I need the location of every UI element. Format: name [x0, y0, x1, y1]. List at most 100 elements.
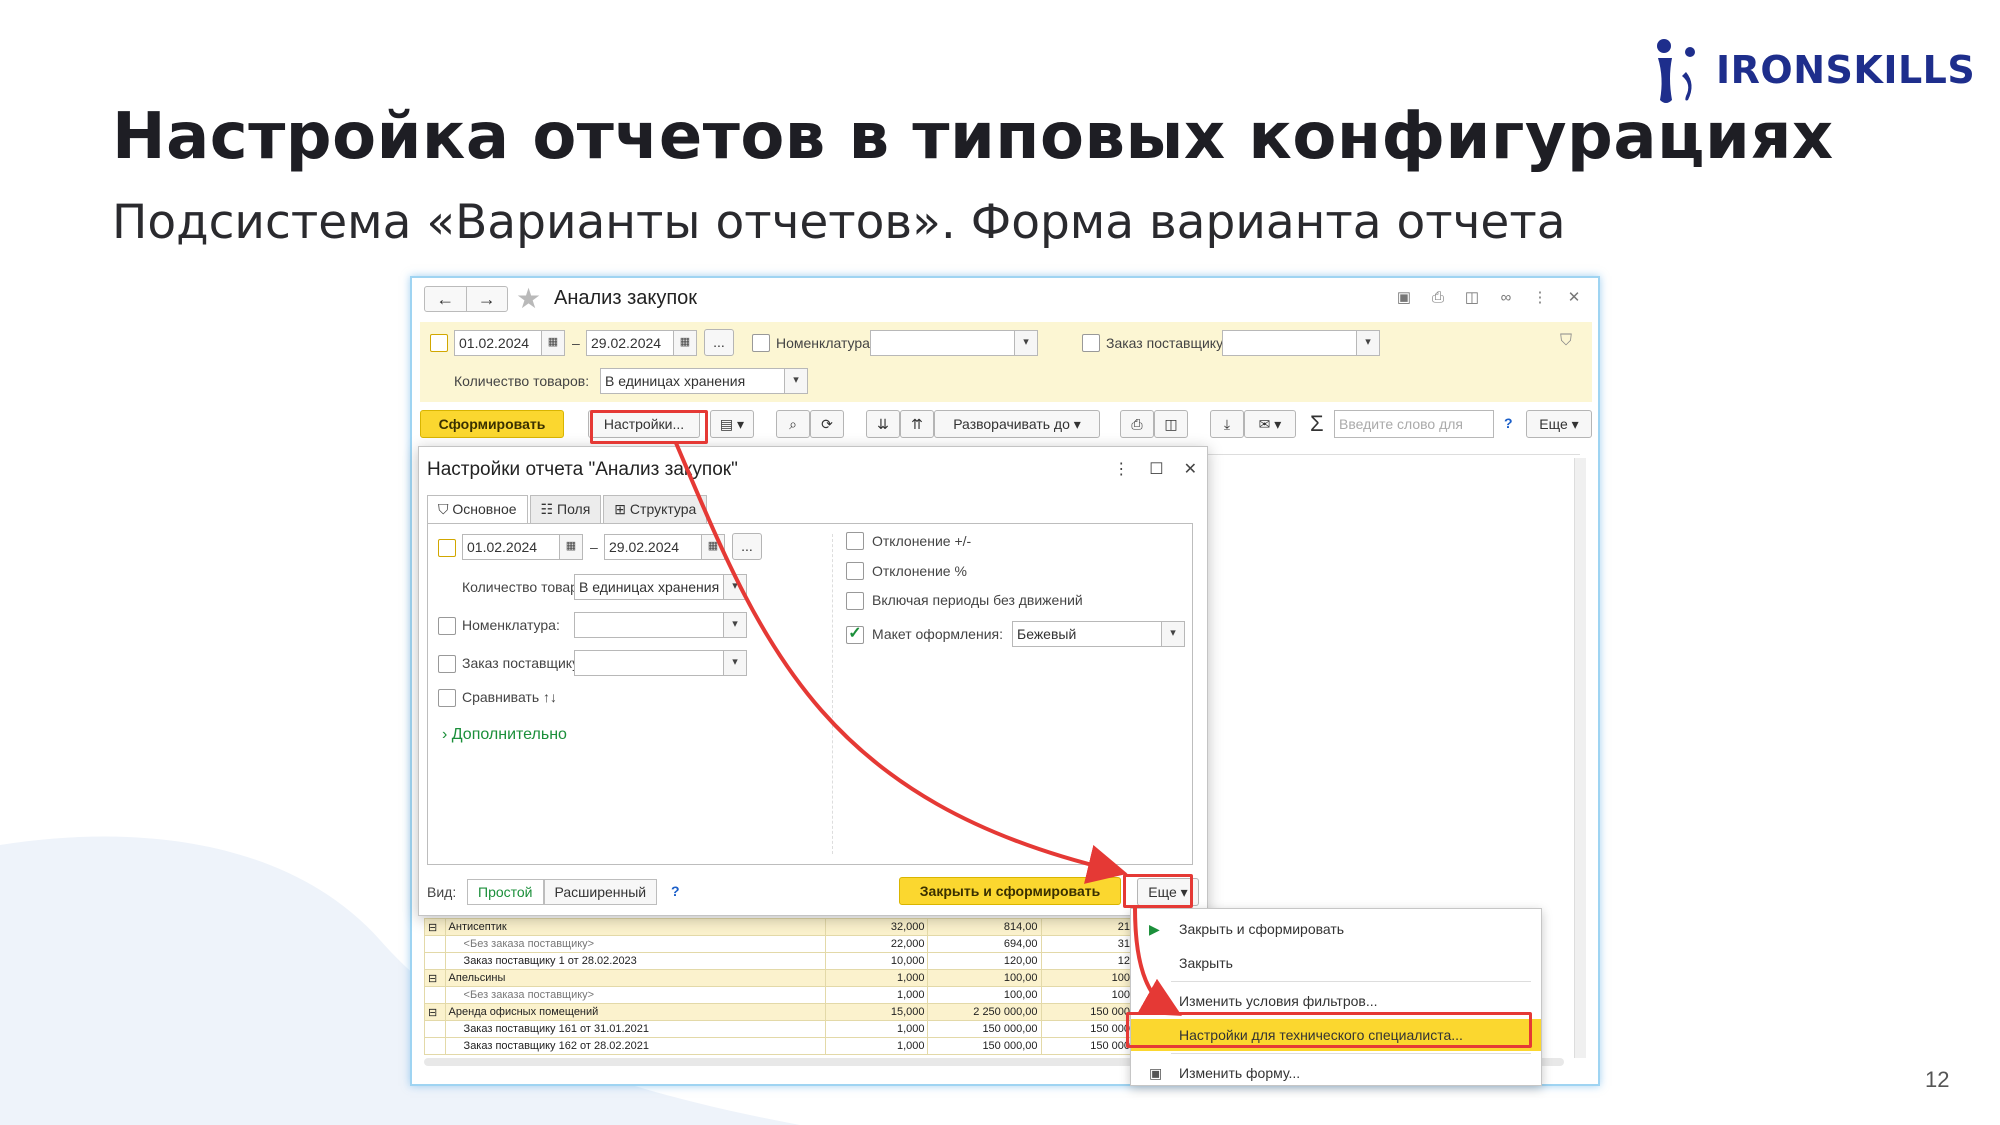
- more-button[interactable]: Еще ▾: [1526, 410, 1592, 438]
- collapse-icon[interactable]: ⇊: [866, 410, 900, 438]
- nomenclature-field[interactable]: [574, 612, 724, 638]
- chevron-down-icon[interactable]: ▾: [1014, 330, 1038, 356]
- nomenclature-checkbox[interactable]: [438, 617, 456, 635]
- chevron-down-icon[interactable]: ▾: [723, 612, 747, 638]
- save-icon[interactable]: ▣: [1394, 288, 1414, 308]
- menu-item-edit-form[interactable]: ▣ Изменить форму...: [1131, 1057, 1541, 1089]
- period-select-button[interactable]: ...: [704, 329, 734, 356]
- expand-toggle-icon[interactable]: [424, 935, 446, 953]
- preview-icon[interactable]: ◫: [1462, 288, 1482, 308]
- supplier-order-checkbox[interactable]: [438, 655, 456, 673]
- filter-icon[interactable]: ⛉: [1560, 332, 1572, 350]
- view-extended-button[interactable]: Расширенный: [543, 879, 658, 905]
- period-select-button[interactable]: ...: [732, 533, 762, 560]
- chevron-down-icon[interactable]: ▾: [784, 368, 808, 394]
- table-row[interactable]: Заказ поставщику 162 от 28.02.2021 1,000 1…: [424, 1037, 1134, 1055]
- menu-dots-icon[interactable]: ⋮: [1113, 459, 1129, 479]
- table-row[interactable]: Заказ поставщику 1 от 28.02.2023 10,000 12…: [424, 952, 1134, 970]
- expand-toggle-icon[interactable]: ⊟: [424, 1003, 446, 1021]
- deviation-abs-label: Отклонение +/-: [872, 533, 972, 549]
- search-input[interactable]: Введите слово для: [1334, 410, 1494, 438]
- period-checkbox[interactable]: [438, 539, 456, 557]
- cell-sum: 120,00: [927, 952, 1042, 970]
- table-row[interactable]: <Без заказа поставщику> 1,000 100,00 100: [424, 986, 1134, 1004]
- nomenclature-label: Номенклатура:: [776, 335, 874, 351]
- date-from-field[interactable]: 01.02.2024: [462, 534, 560, 560]
- chevron-down-icon[interactable]: ▾: [723, 574, 747, 600]
- preview-icon[interactable]: ◫: [1154, 410, 1188, 438]
- nomenclature-checkbox[interactable]: [752, 334, 770, 352]
- email-icon[interactable]: ✉ ▾: [1244, 410, 1296, 438]
- compare-checkbox[interactable]: [438, 689, 456, 707]
- menu-item-close[interactable]: Закрыть: [1131, 947, 1541, 979]
- close-icon[interactable]: ✕: [1184, 459, 1197, 479]
- cell-qty: 1,000: [824, 969, 929, 987]
- additional-link[interactable]: › Дополнительно: [442, 726, 567, 744]
- tab-fields[interactable]: ☷ Поля: [529, 495, 602, 523]
- period-checkbox[interactable]: [430, 334, 448, 352]
- tab-main-label: Основное: [452, 501, 517, 517]
- deviation-pct-checkbox[interactable]: [846, 562, 864, 580]
- column-separator: [832, 534, 833, 854]
- expand-toggle-icon[interactable]: [424, 1037, 446, 1055]
- table-row[interactable]: ⊟ Апельсины 1,000 100,00 100: [424, 969, 1134, 987]
- table-row[interactable]: Заказ поставщику 161 от 31.01.2021 1,000 1…: [424, 1020, 1134, 1038]
- help-icon[interactable]: ?: [671, 883, 680, 899]
- expand-icon[interactable]: ⇈: [900, 410, 934, 438]
- variant-menu-icon[interactable]: ▤ ▾: [710, 410, 754, 438]
- expand-toggle-icon[interactable]: [424, 1020, 446, 1038]
- close-icon[interactable]: ✕: [1564, 288, 1584, 308]
- forward-arrow-icon[interactable]: →: [467, 287, 508, 311]
- expand-toggle-icon[interactable]: ⊟: [424, 918, 446, 936]
- calendar-icon[interactable]: ▦: [541, 330, 565, 356]
- date-to-field[interactable]: 29.02.2024: [604, 534, 702, 560]
- refresh-search-icon[interactable]: ⟳: [810, 410, 844, 438]
- download-icon[interactable]: ⤓: [1210, 410, 1244, 438]
- layout-checkbox[interactable]: ✓: [846, 626, 864, 644]
- expand-toggle-icon[interactable]: ⊟: [424, 969, 446, 987]
- tab-main[interactable]: ⛉ Основное: [427, 495, 528, 523]
- expand-toggle-icon[interactable]: [424, 986, 446, 1004]
- calendar-icon[interactable]: ▦: [701, 534, 725, 560]
- deviation-abs-checkbox[interactable]: [846, 532, 864, 550]
- supplier-order-checkbox[interactable]: [1082, 334, 1100, 352]
- close-and-generate-button[interactable]: Закрыть и сформировать: [899, 877, 1121, 905]
- supplier-order-field[interactable]: [574, 650, 724, 676]
- qty-field[interactable]: В единицах хранения: [600, 368, 785, 394]
- help-icon[interactable]: ?: [1504, 415, 1513, 431]
- calendar-icon[interactable]: ▦: [559, 534, 583, 560]
- expand-toggle-icon[interactable]: [424, 952, 446, 970]
- cell-sum: 2 250 000,00: [927, 1003, 1042, 1021]
- print-icon[interactable]: ⎙: [1120, 410, 1154, 438]
- chevron-down-icon[interactable]: ▾: [1356, 330, 1380, 356]
- qty-field[interactable]: В единицах хранения: [574, 574, 724, 600]
- favorite-star-icon[interactable]: ★: [516, 282, 541, 315]
- supplier-order-field[interactable]: [1222, 330, 1357, 356]
- vertical-scrollbar[interactable]: [1574, 458, 1586, 1058]
- nomenclature-field[interactable]: [870, 330, 1015, 356]
- date-to-field[interactable]: 29.02.2024: [586, 330, 674, 356]
- search-icon[interactable]: ⌕: [776, 410, 810, 438]
- expand-to-button[interactable]: Разворачивать до ▾: [934, 410, 1100, 438]
- generate-button[interactable]: Сформировать: [420, 410, 564, 438]
- tab-main-panel: 01.02.2024 ▦ – 29.02.2024 ▦ ... Количест…: [427, 523, 1193, 865]
- empty-periods-checkbox[interactable]: [846, 592, 864, 610]
- maximize-icon[interactable]: ☐: [1149, 459, 1163, 479]
- link-icon[interactable]: ∞: [1496, 288, 1516, 308]
- chevron-down-icon[interactable]: ▾: [723, 650, 747, 676]
- layout-field[interactable]: Бежевый: [1012, 621, 1162, 647]
- table-row[interactable]: ⊟ Антисептик 32,000 814,00 21: [424, 918, 1134, 936]
- chevron-down-icon[interactable]: ▾: [1161, 621, 1185, 647]
- print-icon[interactable]: ⎙: [1428, 288, 1448, 308]
- calendar-icon[interactable]: ▦: [673, 330, 697, 356]
- cell-price: 12: [1040, 952, 1134, 970]
- sum-icon[interactable]: Σ: [1310, 410, 1324, 438]
- tab-structure[interactable]: ⊞ Структура: [603, 495, 708, 523]
- table-row[interactable]: ⊟ Аренда офисных помещений 15,000 2 250 000…: [424, 1003, 1134, 1021]
- back-arrow-icon[interactable]: ←: [425, 287, 467, 311]
- table-row[interactable]: <Без заказа поставщику> 22,000 694,00 31: [424, 935, 1134, 953]
- menu-dots-icon[interactable]: ⋮: [1530, 288, 1550, 308]
- menu-item-close-and-generate[interactable]: ▶ Закрыть и сформировать: [1131, 913, 1541, 945]
- date-from-field[interactable]: 01.02.2024: [454, 330, 542, 356]
- view-simple-button[interactable]: Простой: [467, 879, 544, 905]
